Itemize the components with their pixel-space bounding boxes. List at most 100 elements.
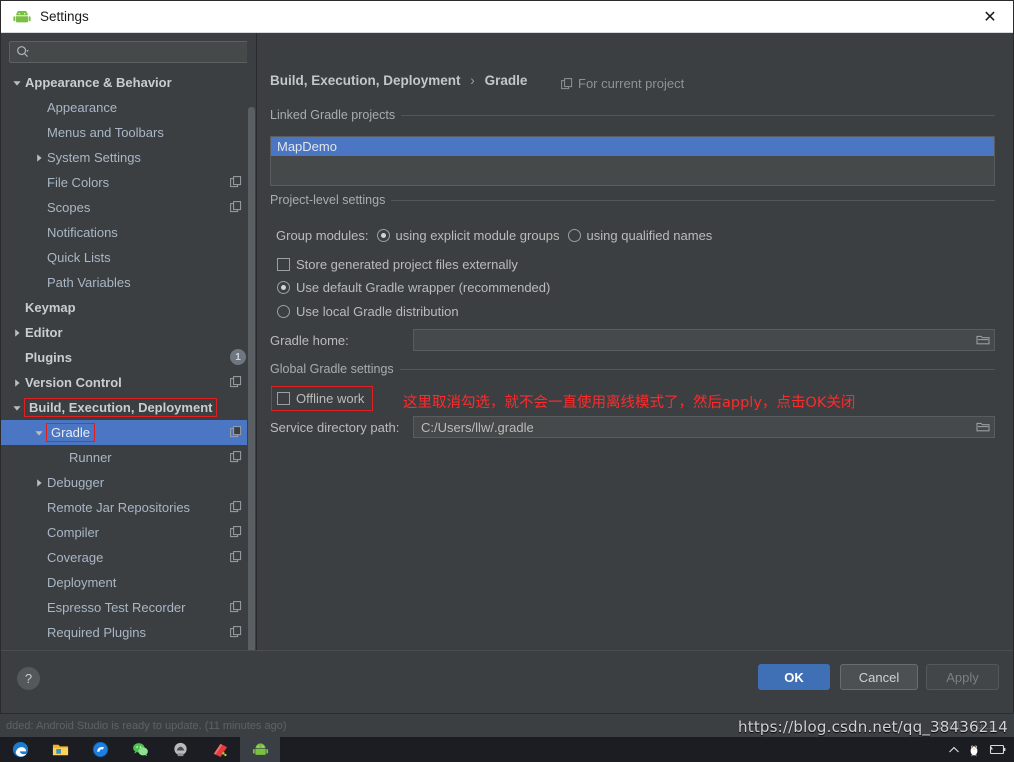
sidebar-item-espresso-test-recorder[interactable]: Espresso Test Recorder: [1, 595, 256, 620]
radio-icon: [567, 229, 581, 242]
sidebar-item-system-settings[interactable]: System Settings: [1, 145, 256, 170]
android-studio-icon[interactable]: [240, 737, 280, 762]
sidebar-item-compiler[interactable]: Compiler: [1, 520, 256, 545]
sidebar-item-label: Version Control: [25, 375, 122, 390]
sidebar-item-label: Appearance & Behavior: [25, 75, 172, 90]
sidebar-item-runner[interactable]: Runner: [1, 445, 256, 470]
chevron-right-icon[interactable]: [11, 327, 23, 339]
wechat-icon[interactable]: [120, 737, 160, 762]
sidebar-item-coverage[interactable]: Coverage: [1, 545, 256, 570]
chevron-down-icon[interactable]: [33, 427, 45, 439]
chevron-right-icon[interactable]: [33, 477, 45, 489]
linked-projects-title: Linked Gradle projects: [270, 108, 396, 122]
sidebar-item-label: Quick Lists: [47, 250, 111, 265]
apply-button: Apply: [926, 664, 999, 690]
dialog-titlebar: Settings ✕: [1, 1, 1013, 33]
sidebar-item-label: Build, Execution, Deployment: [23, 398, 218, 417]
for-current-project: For current project: [561, 76, 684, 91]
radio-explicit-module-groups[interactable]: using explicit module groups: [376, 228, 560, 243]
chevron-down-icon[interactable]: [11, 402, 23, 414]
gradle-home-field[interactable]: [413, 329, 995, 351]
radio-qualified-names[interactable]: using qualified names: [567, 228, 712, 243]
sidebar-item-debugger[interactable]: Debugger: [1, 470, 256, 495]
service-directory-value: C:/Users/llw/.gradle: [421, 419, 534, 435]
sidebar-item-gradle[interactable]: Gradle: [1, 420, 256, 445]
sidebar-item-remote-jar-repositories[interactable]: Remote Jar Repositories: [1, 495, 256, 520]
list-item[interactable]: MapDemo: [271, 137, 994, 156]
close-icon[interactable]: ✕: [967, 1, 1013, 32]
file-explorer-icon[interactable]: [40, 737, 80, 762]
sidebar-item-path-variables[interactable]: Path Variables: [1, 270, 256, 295]
chevron-up-icon[interactable]: [948, 745, 960, 755]
cancel-button[interactable]: Cancel: [840, 664, 918, 690]
battery-icon[interactable]: [988, 744, 1006, 755]
settings-sidebar: Appearance & Behavior Appearance Menus and…: [1, 33, 257, 684]
sidebar-item-deployment[interactable]: Deployment: [1, 570, 256, 595]
qq-penguin-icon[interactable]: [967, 742, 981, 757]
sidebar-item-scopes[interactable]: Scopes: [1, 195, 256, 220]
checkbox-offline-work[interactable]: Offline work: [270, 386, 374, 411]
plugins-update-badge: 1: [230, 349, 246, 365]
sidebar-scrollbar[interactable]: [247, 33, 256, 684]
checkbox-store-generated-externally[interactable]: Store generated project files externally: [277, 257, 518, 272]
folder-browse-icon[interactable]: [976, 421, 990, 433]
android-icon: [13, 8, 31, 26]
taskbar-items: [0, 737, 280, 762]
settings-main-panel: Build, Execution, Deployment › Gradle Fo…: [258, 33, 1013, 684]
linked-projects-listbox[interactable]: MapDemo: [270, 136, 995, 186]
help-button[interactable]: ?: [17, 667, 40, 690]
sidebar-item-notifications[interactable]: Notifications: [1, 220, 256, 245]
dialog-body: Appearance & Behavior Appearance Menus and…: [1, 33, 1013, 684]
search-input[interactable]: [32, 44, 241, 60]
radio-icon: [376, 229, 390, 242]
gradle-home-label: Gradle home:: [270, 333, 349, 348]
project-level-title-row: Project-level settings: [270, 193, 995, 207]
group-modules-row: Group modules: using explicit module gro…: [276, 228, 712, 243]
search-box[interactable]: [9, 41, 248, 63]
folder-browse-icon[interactable]: [976, 334, 990, 346]
sidebar-item-keymap[interactable]: Keymap: [1, 295, 256, 320]
global-settings-title: Global Gradle settings: [270, 362, 394, 376]
copy-settings-icon: [230, 601, 242, 616]
sidebar-item-quick-lists[interactable]: Quick Lists: [1, 245, 256, 270]
sidebar-item-plugins[interactable]: Plugins 1: [1, 345, 256, 370]
browser-icon[interactable]: [80, 737, 120, 762]
copy-settings-icon: [230, 501, 242, 516]
radio-local-gradle-distribution[interactable]: Use local Gradle distribution: [277, 304, 459, 319]
copy-settings-icon: [561, 77, 573, 90]
breadcrumb-parent[interactable]: Build, Execution, Deployment: [270, 73, 461, 88]
app-icon[interactable]: [160, 737, 200, 762]
notebook-icon[interactable]: [200, 737, 240, 762]
breadcrumb-separator: ›: [470, 73, 475, 88]
radio-default-gradle-wrapper[interactable]: Use default Gradle wrapper (recommended): [277, 280, 550, 295]
edge-icon[interactable]: [0, 737, 40, 762]
sidebar-item-editor[interactable]: Editor: [1, 320, 256, 345]
project-level-title: Project-level settings: [270, 193, 386, 207]
sidebar-item-file-colors[interactable]: File Colors: [1, 170, 256, 195]
sidebar-item-required-plugins[interactable]: Required Plugins: [1, 620, 256, 645]
chevron-right-icon[interactable]: [11, 377, 23, 389]
ok-button[interactable]: OK: [758, 664, 830, 690]
settings-tree: Appearance & Behavior Appearance Menus and…: [1, 70, 256, 684]
chevron-down-icon[interactable]: [11, 77, 23, 89]
sidebar-item-menus-and-toolbars[interactable]: Menus and Toolbars: [1, 120, 256, 145]
sidebar-item-label: Coverage: [47, 550, 104, 565]
sidebar-scrollbar-thumb[interactable]: [248, 107, 255, 667]
radio-explicit-module-groups-label: using explicit module groups: [395, 228, 560, 243]
sidebar-item-appearance-behavior[interactable]: Appearance & Behavior: [1, 70, 256, 95]
divider: [399, 368, 995, 370]
sidebar-item-build-execution-deployment[interactable]: Build, Execution, Deployment: [1, 395, 256, 420]
sidebar-item-version-control[interactable]: Version Control: [1, 370, 256, 395]
sidebar-item-appearance[interactable]: Appearance: [1, 95, 256, 120]
taskbar: [0, 737, 1014, 762]
service-directory-field[interactable]: C:/Users/llw/.gradle: [413, 416, 995, 438]
chevron-right-icon[interactable]: [33, 152, 45, 164]
watermark: https://blog.csdn.net/qq_38436214: [738, 718, 1008, 736]
